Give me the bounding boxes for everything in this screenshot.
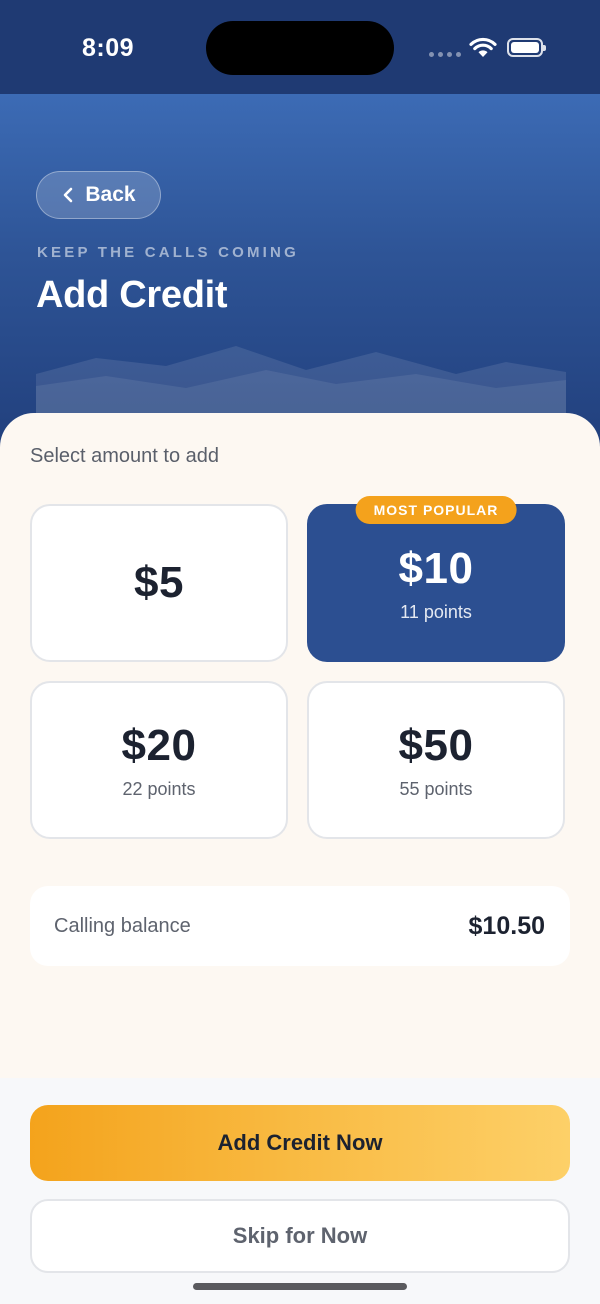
amount-value: $10: [398, 543, 474, 593]
points-value: 22 points: [122, 778, 196, 799]
signal-dots-icon: [429, 52, 461, 57]
battery-icon: [507, 38, 546, 57]
header: Back KEEP THE CALLS COMING Add Credit: [0, 94, 600, 454]
page-title: Add Credit: [36, 274, 228, 316]
chevron-left-icon: [64, 187, 73, 203]
dynamic-island: [206, 21, 394, 75]
amount-value: $50: [398, 720, 474, 770]
most-popular-badge: MOST POPULAR: [355, 496, 517, 524]
section-label: Select amount to add: [30, 445, 220, 467]
add-credit-now-button[interactable]: Add Credit Now: [30, 1105, 570, 1181]
back-label: Back: [85, 183, 136, 206]
status-time: 8:09: [82, 34, 135, 62]
calling-balance-row: Calling balance $10.50: [30, 886, 570, 966]
home-indicator: [193, 1283, 407, 1290]
bottom-actions: Add Credit Now Skip for Now: [0, 1078, 600, 1304]
content-sheet: Select amount to add $5 MOST POPULAR $10…: [0, 413, 600, 1078]
balance-value: $10.50: [468, 911, 545, 940]
amount-option-20[interactable]: $20 22 points: [30, 681, 288, 839]
status-bar: 8:09: [0, 0, 600, 94]
amount-value: $5: [134, 558, 184, 607]
balance-label: Calling balance: [54, 914, 191, 937]
wifi-icon: [469, 37, 497, 57]
skip-for-now-button[interactable]: Skip for Now: [30, 1199, 570, 1273]
amount-option-50[interactable]: $50 55 points: [307, 681, 565, 839]
points-value: 55 points: [399, 778, 473, 799]
mountains-decoration: [36, 346, 566, 424]
back-button[interactable]: Back: [36, 171, 161, 219]
amount-value: $20: [121, 720, 197, 770]
points-value: 11 points: [400, 601, 472, 622]
header-eyebrow: KEEP THE CALLS COMING: [37, 244, 299, 261]
amount-option-10[interactable]: MOST POPULAR $10 11 points: [307, 496, 565, 662]
amount-option-5[interactable]: $5: [30, 504, 288, 662]
